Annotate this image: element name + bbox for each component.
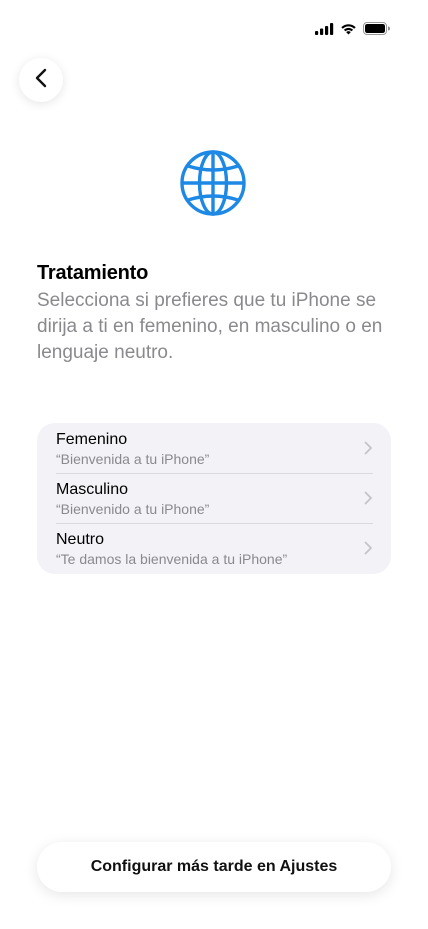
globe-icon — [179, 149, 247, 217]
cellular-signal-icon — [315, 22, 334, 35]
chevron-right-icon — [364, 541, 373, 555]
status-bar — [315, 22, 390, 35]
page-title: Tratamiento — [37, 262, 149, 284]
page-description: Selecciona si prefieres que tu iPhone se… — [37, 290, 383, 363]
option-femenino[interactable]: Femenino “Bienvenida a tu iPhone” — [37, 423, 391, 473]
option-label: Masculino — [56, 481, 129, 498]
chevron-right-icon — [364, 491, 373, 505]
wifi-icon — [340, 23, 357, 35]
option-example: “Te damos la bienvenida a tu iPhone” — [56, 551, 288, 567]
chevron-right-icon — [364, 441, 373, 455]
option-masculino[interactable]: Masculino “Bienvenido a tu iPhone” — [37, 473, 391, 523]
screen: Tratamiento Selecciona si prefieres que … — [0, 0, 428, 929]
form-of-address-options: Femenino “Bienvenida a tu iPhone” Mascul… — [37, 423, 391, 574]
option-example: “Bienvenida a tu iPhone” — [56, 451, 210, 467]
chevron-left-icon — [35, 68, 47, 93]
option-label: Femenino — [56, 431, 128, 448]
back-button[interactable] — [19, 58, 63, 102]
set-up-later-button[interactable]: Configurar más tarde en Ajustes — [37, 842, 391, 892]
option-example: “Bienvenido a tu iPhone” — [56, 501, 210, 517]
option-label: Neutro — [56, 531, 105, 548]
option-neutro[interactable]: Neutro “Te damos la bienvenida a tu iPho… — [37, 523, 391, 573]
battery-icon — [363, 22, 390, 35]
